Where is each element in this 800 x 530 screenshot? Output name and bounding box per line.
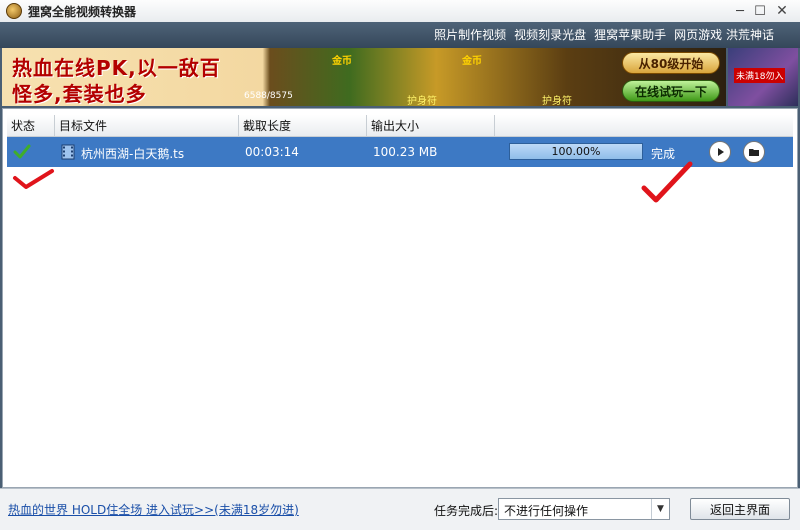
ad-start-button[interactable]: 从80级开始 bbox=[622, 52, 720, 74]
folder-icon bbox=[749, 149, 759, 156]
after-complete-label: 任务完成后: bbox=[434, 504, 499, 518]
ad-side-image[interactable]: 未满18勿入 bbox=[728, 48, 798, 106]
ad-headline-1: 热血在线PK,以一敌百 bbox=[12, 56, 221, 80]
ad-headline-2: 怪多,套装也多 bbox=[12, 82, 147, 106]
minimize-button[interactable]: ─ bbox=[730, 2, 750, 20]
menu-item-photo-video[interactable]: 照片制作视频 bbox=[434, 26, 506, 43]
chevron-down-icon[interactable]: ▼ bbox=[651, 499, 669, 519]
menu-links: 照片制作视频 视频刻录光盘 狸窝苹果助手 网页游戏 洪荒神话 bbox=[434, 26, 774, 43]
close-button[interactable]: ✕ bbox=[772, 2, 792, 20]
ad-coin-label: 金币 bbox=[332, 56, 352, 67]
ad-main-image[interactable]: 热血在线PK,以一敌百 怪多,套装也多 6588/8575 金币 金币 护身符 … bbox=[2, 48, 726, 106]
after-complete-select[interactable]: 不进行任何操作 ▼ bbox=[498, 498, 670, 520]
play-button[interactable] bbox=[709, 141, 731, 163]
menu-item-apple-helper[interactable]: 狸窝苹果助手 bbox=[594, 26, 666, 43]
menu-item-burn-disc[interactable]: 视频刻录光盘 bbox=[514, 26, 586, 43]
ad-amulet-label-2: 护身符 bbox=[542, 96, 572, 106]
open-folder-button[interactable] bbox=[743, 141, 765, 163]
column-header-status[interactable]: 状态 bbox=[7, 115, 55, 137]
back-to-main-button[interactable]: 返回主界面 bbox=[690, 498, 790, 520]
ad-amulet-label: 护身符 bbox=[407, 96, 437, 106]
app-logo-icon bbox=[6, 3, 22, 19]
play-icon bbox=[718, 148, 724, 156]
after-complete-value: 不进行任何操作 bbox=[504, 504, 589, 518]
red-check-annotation-icon bbox=[641, 161, 693, 203]
window-title: 狸窝全能视频转换器 bbox=[28, 4, 137, 19]
ad-counter: 6588/8575 bbox=[244, 91, 293, 101]
menu-bar: 照片制作视频 视频刻录光盘 狸窝苹果助手 网页游戏 洪荒神话 bbox=[0, 22, 800, 48]
footer-bar: 热血的世界 HOLD住全场 进入试玩>>(未满18岁勿进) 任务完成后: 不进行… bbox=[0, 488, 800, 530]
ad-try-button[interactable]: 在线试玩一下 bbox=[622, 80, 720, 102]
red-check-annotation-icon bbox=[13, 169, 54, 189]
film-icon bbox=[61, 144, 75, 160]
row-length: 00:03:14 bbox=[245, 145, 299, 159]
row-file-name: 杭州西湖-白天鹅.ts bbox=[81, 147, 185, 161]
row-output-size: 100.23 MB bbox=[373, 145, 438, 159]
title-bar: 狸窝全能视频转换器 ─ ☐ ✕ bbox=[0, 0, 800, 22]
progress-bar: 100.00% bbox=[509, 143, 643, 160]
column-header-output-size[interactable]: 输出大小 bbox=[367, 115, 495, 137]
menu-item-web-game[interactable]: 网页游戏 洪荒神话 bbox=[674, 26, 774, 43]
check-icon bbox=[13, 144, 31, 159]
ad-coin-label-2: 金币 bbox=[462, 56, 482, 67]
column-header-length[interactable]: 截取长度 bbox=[239, 115, 367, 137]
column-header-target-file[interactable]: 目标文件 bbox=[55, 115, 239, 137]
ad-side-tag: 未满18勿入 bbox=[734, 68, 786, 83]
column-header-progress bbox=[495, 115, 793, 137]
table-header: 状态 目标文件 截取长度 输出大小 bbox=[7, 115, 793, 137]
progress-text: 100.00% bbox=[551, 145, 601, 158]
footer-ad-link[interactable]: 热血的世界 HOLD住全场 进入试玩>>(未满18岁勿进) bbox=[8, 501, 299, 518]
ad-banner[interactable]: 热血在线PK,以一敌百 怪多,套装也多 6588/8575 金币 金币 护身符 … bbox=[2, 48, 798, 106]
maximize-button[interactable]: ☐ bbox=[750, 2, 770, 20]
